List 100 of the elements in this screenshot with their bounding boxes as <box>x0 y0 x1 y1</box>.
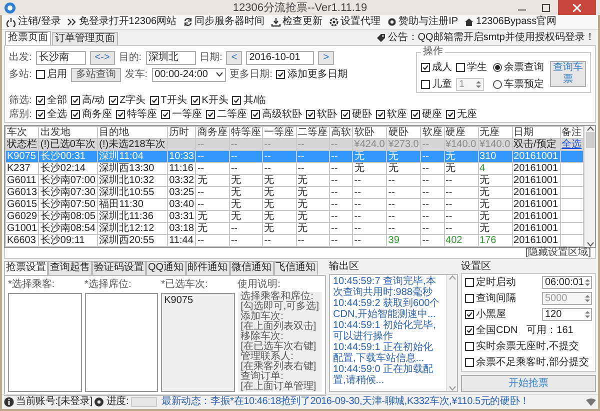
checkbox[interactable] <box>232 96 242 105</box>
checkbox[interactable] <box>70 96 80 105</box>
checkbox[interactable] <box>250 110 260 119</box>
checkbox[interactable] <box>465 310 474 319</box>
scroll-thumb[interactable] <box>586 132 594 148</box>
tab[interactable]: QQ通知 <box>146 261 186 275</box>
checkbox-label[interactable]: 全国CDN <box>476 324 518 336</box>
column-header[interactable]: 目的地 <box>98 126 168 138</box>
checkbox-label[interactable]: 一等座 <box>172 108 202 120</box>
checkbox-label[interactable]: 无座 <box>456 108 477 120</box>
checkbox-label[interactable]: 二等座 <box>216 108 247 120</box>
column-header[interactable]: 无座 <box>478 126 512 138</box>
column-header[interactable]: 硬卧 <box>386 126 421 138</box>
checkbox[interactable] <box>421 80 430 89</box>
toggle-settings-link[interactable]: [隐藏设置区域] <box>525 247 591 258</box>
next-date-button[interactable]: > <box>318 50 334 64</box>
checkbox-label[interactable]: 启用 <box>46 68 67 80</box>
checkbox[interactable] <box>150 96 159 105</box>
checkbox-label[interactable]: 全部 <box>46 94 67 106</box>
select-all-link[interactable]: 全选 <box>562 138 582 150</box>
radio-button[interactable] <box>493 80 502 89</box>
column-header[interactable]: 二等座 <box>296 126 330 138</box>
number-field[interactable]: 06:00:01 <box>542 276 592 289</box>
seat-list[interactable] <box>84 293 158 392</box>
column-header[interactable]: 商务座 <box>196 126 230 138</box>
checkbox[interactable] <box>306 110 315 119</box>
checkbox-label[interactable]: 学生 <box>467 62 487 74</box>
checkbox-label[interactable]: Z字头 <box>120 94 146 106</box>
scrollbar[interactable] <box>446 275 457 391</box>
checkbox-label[interactable]: 硬卧 <box>352 108 372 120</box>
checkbox-label[interactable]: 商务座 <box>82 108 112 120</box>
checkbox[interactable] <box>276 70 286 79</box>
selected-train-list[interactable]: K9075 <box>161 293 235 392</box>
checkbox-label[interactable]: 硬座 <box>422 108 442 120</box>
departure-time-select[interactable]: 00:00-24:00 <box>152 68 226 82</box>
checkbox[interactable] <box>116 110 125 119</box>
toolbar-button[interactable]: 同步服务器时间 <box>182 16 265 28</box>
checkbox[interactable] <box>446 110 455 119</box>
tab[interactable]: 飞信通知 <box>274 261 318 275</box>
checkbox[interactable] <box>36 96 45 105</box>
departure-field[interactable]: 长沙南 <box>36 50 86 64</box>
destination-field[interactable]: 深圳北 <box>146 50 196 64</box>
checkbox-label[interactable]: 高级软卧 <box>262 108 302 120</box>
checkbox[interactable] <box>465 278 474 287</box>
checkbox[interactable] <box>456 63 465 72</box>
column-header[interactable]: 一等座 <box>262 126 296 138</box>
column-header[interactable]: 软座 <box>420 126 444 138</box>
checkbox-label[interactable]: 余票不足乘客时,部分提交 <box>476 356 589 368</box>
checkbox-label[interactable]: 儿童 <box>432 78 452 90</box>
radio-label[interactable]: 车票预定 <box>504 78 544 90</box>
column-header[interactable]: 高软 <box>330 126 353 138</box>
passenger-list[interactable] <box>8 293 82 392</box>
column-header[interactable]: 软卧 <box>352 126 387 138</box>
prev-date-button[interactable]: < <box>226 50 242 64</box>
checkbox-label[interactable]: 软座 <box>386 108 407 120</box>
checkbox-label[interactable]: 全选 <box>46 108 67 120</box>
checkbox[interactable] <box>36 70 45 79</box>
toolbar-button[interactable]: 12306Bypass官网 <box>464 16 557 28</box>
radio-button[interactable] <box>493 63 502 72</box>
date-field[interactable]: 2016-10-01 <box>246 50 314 64</box>
scrollbar[interactable] <box>584 126 595 247</box>
checkbox-label[interactable]: 实时余票无座时,不提交 <box>476 340 579 352</box>
close-button[interactable] <box>558 0 596 15</box>
checkbox[interactable] <box>410 110 420 119</box>
radio-label[interactable]: 余票查询 <box>504 62 544 74</box>
toolbar-button[interactable]: 免登录打开12306网站 <box>66 16 177 28</box>
number-field[interactable]: 120 <box>542 308 592 321</box>
checkbox[interactable] <box>465 342 474 351</box>
column-header[interactable]: 车次 <box>6 126 39 138</box>
checkbox[interactable] <box>421 63 430 72</box>
column-header[interactable]: 日期 <box>512 126 560 138</box>
column-header[interactable]: 硬座 <box>444 126 478 138</box>
column-header[interactable]: 特等座 <box>229 126 263 138</box>
tab[interactable]: 微信通知 <box>230 261 274 275</box>
checkbox-label[interactable]: 其/临 <box>243 94 266 106</box>
checkbox[interactable] <box>206 110 215 119</box>
tab[interactable]: 查询起售 <box>48 261 92 275</box>
checkbox[interactable] <box>376 110 385 119</box>
column-header[interactable]: 出发地 <box>38 126 98 138</box>
list-item[interactable]: K9075 <box>164 295 232 307</box>
tab[interactable]: 抢票页面 <box>5 31 51 45</box>
checkbox[interactable] <box>70 110 80 119</box>
column-header[interactable]: 历时 <box>168 126 196 138</box>
checkbox-label[interactable]: 软卧 <box>316 108 337 120</box>
checkbox[interactable] <box>465 358 474 367</box>
checkbox[interactable] <box>108 96 118 105</box>
checkbox-label[interactable]: 高/动 <box>82 94 105 106</box>
tab[interactable]: 抢票设置 <box>4 261 48 275</box>
checkbox-label[interactable]: 添加更多日期 <box>287 68 348 80</box>
checkbox-label[interactable]: 特等座 <box>126 108 157 120</box>
toolbar-button[interactable]: 设置代理 <box>328 16 381 28</box>
checkbox-label[interactable]: K开头 <box>202 94 228 106</box>
column-header[interactable]: 备注 <box>560 126 584 138</box>
checkbox[interactable] <box>340 110 350 119</box>
swap-button[interactable]: <-> <box>90 50 115 64</box>
checkbox[interactable] <box>160 110 170 119</box>
tab[interactable]: 邮件通知 <box>186 261 230 275</box>
checkbox[interactable] <box>465 326 474 335</box>
multi-station-button[interactable]: 多站查询 <box>70 68 121 82</box>
checkbox[interactable] <box>190 96 200 105</box>
